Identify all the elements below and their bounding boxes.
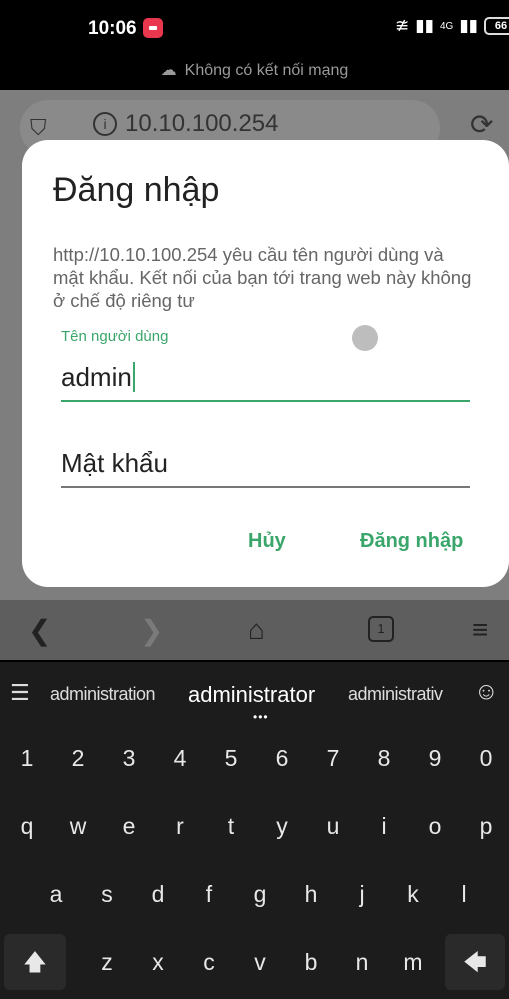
login-button[interactable]: Đăng nhập bbox=[360, 530, 463, 553]
key-j[interactable]: j bbox=[339, 866, 385, 922]
status-time: 10:06 bbox=[88, 18, 137, 39]
key-o[interactable]: o bbox=[412, 798, 458, 854]
key-i[interactable]: i bbox=[361, 798, 407, 854]
url-text[interactable]: 10.10.100.254 bbox=[125, 110, 278, 138]
key-b[interactable]: b bbox=[288, 934, 334, 990]
asdf-row: a s d f g h j k l bbox=[0, 860, 509, 926]
key-q[interactable]: q bbox=[4, 798, 50, 854]
key-4[interactable]: 4 bbox=[157, 730, 203, 786]
suggestion-1[interactable]: administration bbox=[50, 684, 156, 705]
username-text: admin bbox=[61, 362, 132, 392]
key-l[interactable]: l bbox=[441, 866, 487, 922]
key-6[interactable]: 6 bbox=[259, 730, 305, 786]
key-k[interactable]: k bbox=[390, 866, 436, 922]
cancel-button[interactable]: Hủy bbox=[248, 530, 286, 553]
key-3[interactable]: 3 bbox=[106, 730, 152, 786]
shift-key[interactable]: 🡅 bbox=[4, 934, 66, 990]
password-input[interactable]: Mật khẩu bbox=[61, 436, 470, 488]
key-1[interactable]: 1 bbox=[4, 730, 50, 786]
zxcv-row: 🡅 z x c v b n m 🡄 bbox=[0, 928, 509, 994]
key-x[interactable]: x bbox=[135, 934, 181, 990]
signal-icon-2: ▮▮ bbox=[459, 16, 479, 35]
menu-icon[interactable]: ≡ bbox=[472, 614, 488, 646]
key-8[interactable]: 8 bbox=[361, 730, 407, 786]
key-h[interactable]: h bbox=[288, 866, 334, 922]
key-a[interactable]: a bbox=[33, 866, 79, 922]
forward-icon[interactable]: ❯ bbox=[140, 614, 163, 647]
key-s[interactable]: s bbox=[84, 866, 130, 922]
username-input[interactable]: admin bbox=[61, 350, 470, 402]
suggestion-3[interactable]: administrativ bbox=[348, 684, 443, 705]
key-y[interactable]: y bbox=[259, 798, 305, 854]
key-7[interactable]: 7 bbox=[310, 730, 356, 786]
key-5[interactable]: 5 bbox=[208, 730, 254, 786]
key-w[interactable]: w bbox=[55, 798, 101, 854]
key-t[interactable]: t bbox=[208, 798, 254, 854]
info-icon[interactable]: i bbox=[93, 112, 117, 136]
username-value: admin bbox=[61, 362, 135, 393]
suggestion-2[interactable]: administrator bbox=[188, 682, 315, 708]
no-cloud-icon: ☁ bbox=[160, 62, 177, 79]
key-0[interactable]: 0 bbox=[463, 730, 509, 786]
key-f[interactable]: f bbox=[186, 866, 232, 922]
backspace-key[interactable]: 🡄 bbox=[445, 934, 505, 990]
key-9[interactable]: 9 bbox=[412, 730, 458, 786]
key-m[interactable]: m bbox=[390, 934, 436, 990]
password-placeholder: Mật khẩu bbox=[61, 448, 168, 478]
screen-record-icon bbox=[143, 18, 163, 38]
shield-icon[interactable]: ⛉ bbox=[30, 115, 47, 141]
key-2[interactable]: 2 bbox=[55, 730, 101, 786]
key-p[interactable]: p bbox=[463, 798, 509, 854]
more-suggestions-icon[interactable]: ••• bbox=[253, 710, 269, 724]
key-z[interactable]: z bbox=[84, 934, 130, 990]
soft-keyboard: ☰ administration administrator ••• admin… bbox=[0, 662, 509, 999]
emoji-icon[interactable]: ☺ bbox=[474, 678, 499, 706]
keyboard-menu-icon[interactable]: ☰ bbox=[10, 680, 30, 706]
key-d[interactable]: d bbox=[135, 866, 181, 922]
status-icons: ≇ ▮▮ 4G ▮▮ 66 bbox=[395, 16, 509, 36]
number-row: 1 2 3 4 5 6 7 8 9 0 bbox=[0, 724, 509, 790]
suggestion-bar: ☰ administration administrator ••• admin… bbox=[0, 662, 509, 724]
network-status: ☁ Không có kết nối mạng bbox=[0, 60, 509, 80]
qwerty-row: q w e r t y u i o p bbox=[0, 792, 509, 858]
signal-icon: ▮▮ bbox=[415, 16, 434, 35]
key-n[interactable]: n bbox=[339, 934, 385, 990]
key-v[interactable]: v bbox=[237, 934, 283, 990]
status-bar: 10:06 ≇ ▮▮ 4G ▮▮ 66 ☁ Không có kết nối mạ… bbox=[0, 0, 509, 90]
signal-4g-icon: 4G bbox=[439, 20, 454, 32]
wifi-icon: ≇ bbox=[395, 16, 410, 35]
dialog-message: http://10.10.100.254 yêu cầu tên người d… bbox=[53, 244, 472, 311]
reload-icon[interactable]: ⟳ bbox=[470, 108, 493, 141]
back-icon[interactable]: ❮ bbox=[28, 614, 51, 647]
text-caret bbox=[132, 362, 135, 392]
dialog-title: Đăng nhập bbox=[53, 171, 220, 209]
browser-navbar: ❮ ❯ ⌂ ≡ bbox=[0, 600, 509, 660]
battery-icon: 66 bbox=[484, 17, 509, 35]
key-g[interactable]: g bbox=[237, 866, 283, 922]
tab-count-button[interactable]: 1 bbox=[368, 616, 394, 642]
username-label: Tên người dùng bbox=[61, 328, 169, 345]
login-dialog: Đăng nhập http://10.10.100.254 yêu cầu t… bbox=[22, 140, 509, 587]
key-r[interactable]: r bbox=[157, 798, 203, 854]
touch-indicator bbox=[352, 325, 378, 351]
network-message: Không có kết nối mạng bbox=[184, 62, 349, 79]
key-c[interactable]: c bbox=[186, 934, 232, 990]
key-u[interactable]: u bbox=[310, 798, 356, 854]
key-e[interactable]: e bbox=[106, 798, 152, 854]
home-icon[interactable]: ⌂ bbox=[248, 614, 265, 646]
